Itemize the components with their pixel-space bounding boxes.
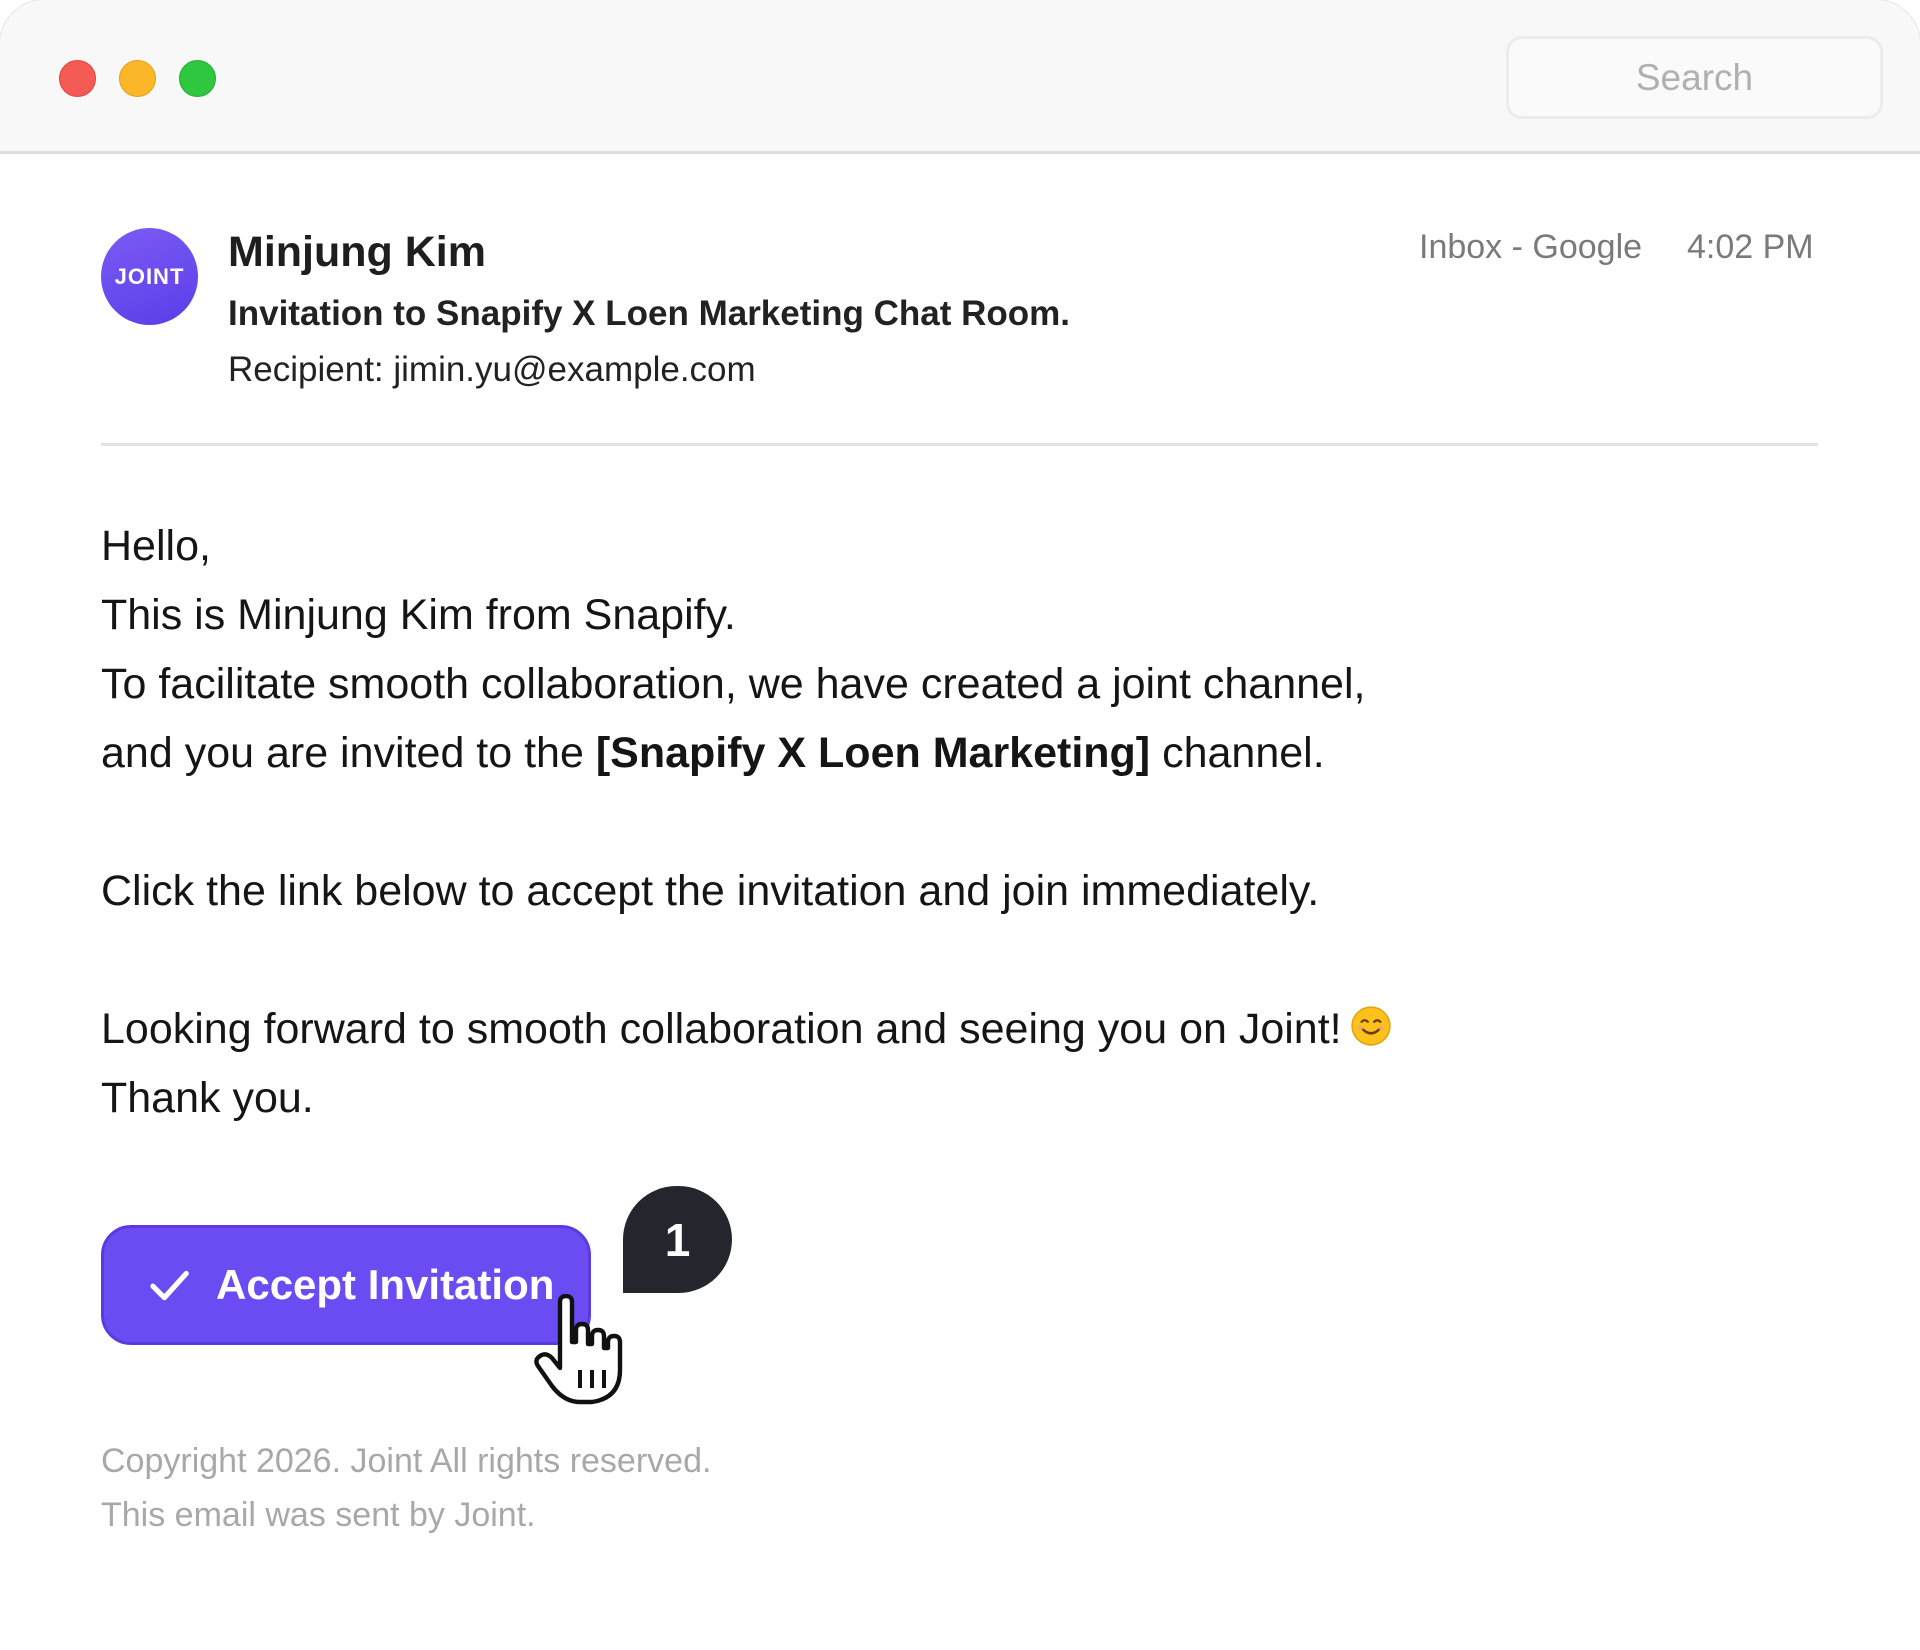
body-closing-line: Looking forward to smooth collaboration … — [101, 1005, 1392, 1054]
body-line-2-suffix: channel. — [1150, 729, 1325, 777]
channel-name: [Snapify X Loen Marketing] — [595, 729, 1151, 777]
avatar-label: JOINT — [114, 263, 185, 289]
title-bar — [0, 0, 1920, 154]
close-window-button[interactable] — [59, 60, 96, 97]
minimize-window-button[interactable] — [119, 60, 156, 97]
check-icon — [150, 1270, 189, 1301]
body-closing: Looking forward to smooth collaboration … — [101, 1005, 1342, 1053]
footer-copyright: Copyright 2026. Joint All rights reserve… — [101, 1442, 712, 1480]
body-line-2: and you are invited to the [Snapify X Lo… — [101, 729, 1325, 778]
smiling-face-emoji-icon — [1350, 1006, 1391, 1046]
body-cta-text: Click the link below to accept the invit… — [101, 867, 1320, 915]
recipient-line: Recipient: jimin.yu@example.com — [228, 350, 756, 389]
accept-invitation-button[interactable]: Accept Invitation — [101, 1225, 591, 1345]
step-badge: 1 — [623, 1186, 732, 1293]
mailbox-source: Inbox - Google — [1419, 228, 1643, 266]
body-greeting: Hello, — [101, 522, 211, 570]
search-input[interactable] — [1506, 36, 1883, 119]
footer-sent-by: This email was sent by Joint. — [101, 1496, 536, 1534]
hand-pointer-icon — [534, 1294, 623, 1405]
accept-invitation-label: Accept Invitation — [216, 1261, 555, 1308]
body-line-2-prefix: and you are invited to the — [101, 729, 596, 777]
zoom-window-button[interactable] — [179, 60, 216, 97]
avatar: JOINT — [101, 228, 198, 325]
email-subject: Invitation to Snapify X Loen Marketing C… — [228, 294, 1070, 333]
header-divider — [101, 443, 1818, 446]
email-window: JOINT Minjung Kim Invitation to Snapify … — [0, 0, 1920, 1650]
sender-name: Minjung Kim — [228, 228, 486, 276]
body-intro: This is Minjung Kim from Snapify. — [101, 591, 736, 639]
body-thanks: Thank you. — [101, 1074, 314, 1122]
step-badge-number: 1 — [664, 1213, 691, 1266]
body-line-1: To facilitate smooth collaboration, we h… — [101, 660, 1366, 708]
received-time: 4:02 PM — [1687, 228, 1814, 266]
